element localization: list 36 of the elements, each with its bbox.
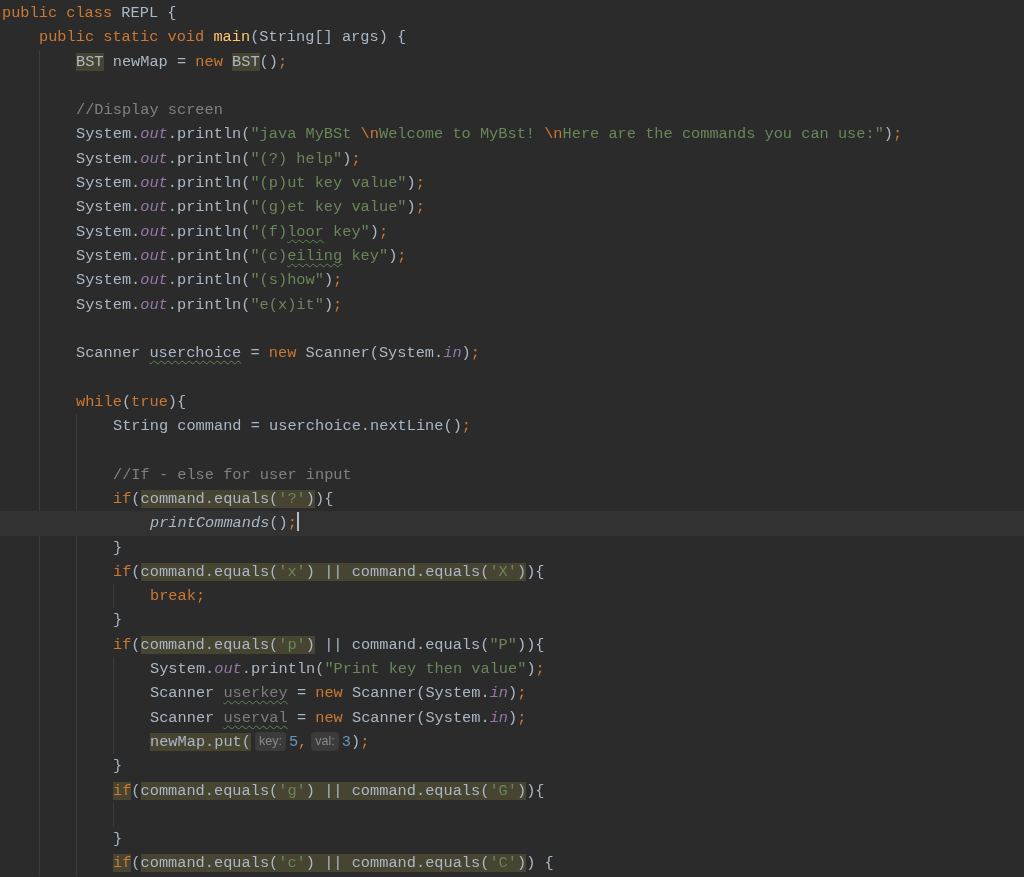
code-line: Scanner userchoice = new Scanner(System.in); [76,343,481,365]
code-text: printCommands(); [150,514,297,533]
code-line: } [113,537,124,559]
code-line: break; [150,586,207,608]
code-line: if(command.equals('c') || command.equals('C')) { [113,853,555,875]
code-line: } [113,610,124,632]
code-text: 5, [288,732,308,751]
code-line: } [113,756,124,778]
code-line: String command = userchoice.nextLine(); [113,416,472,438]
code-line: System.out.println("e(x)it"); [76,294,344,316]
parameter-hint: key: [255,731,286,751]
code-line: System.out.println("(?) help"); [76,148,362,170]
code-line: Scanner userval = new Scanner(System.in); [150,707,528,729]
code-line: while(true){ [76,391,188,413]
code-line: //If - else for user input [113,464,353,486]
code-line: public static void main(String[] args) { [39,27,408,49]
code-line: //Display screen [76,100,224,122]
code-line: if(command.equals('p') || command.equals("P")){ [113,634,546,656]
code-line: System.out.println("(f)loor key"); [76,221,390,243]
code-line: System.out.println("(p)ut key value"); [76,173,426,195]
code-line: Scanner userkey = new Scanner(System.in); [150,683,528,705]
code-line: BST newMap = new BST(); [76,51,289,73]
text-caret [296,512,299,532]
code-text: 3); [341,732,370,751]
code-line: System.out.println("(s)how"); [76,270,344,292]
code-text: newMap.put( [150,732,251,751]
code-line: System.out.println("(c)eiling key"); [76,245,408,267]
code-line: System.out.println("(g)et key value"); [76,197,426,219]
parameter-hint: val: [311,731,339,751]
code-line: if(command.equals('?')){ [113,488,335,510]
code-line: System.out.println("Print key then value"); [150,659,546,680]
code-line: System.out.println("java MyBSt \nWelcome to MyBst! \nHere are the commands you can use:"); [76,124,904,146]
code-line: public class REPL { [2,3,178,24]
code-line: if(command.equals('x') || command.equals('X')){ [113,561,546,583]
code-line: } [113,829,124,851]
code-line: if(command.equals('g') || command.equals('G')){ [113,780,546,802]
